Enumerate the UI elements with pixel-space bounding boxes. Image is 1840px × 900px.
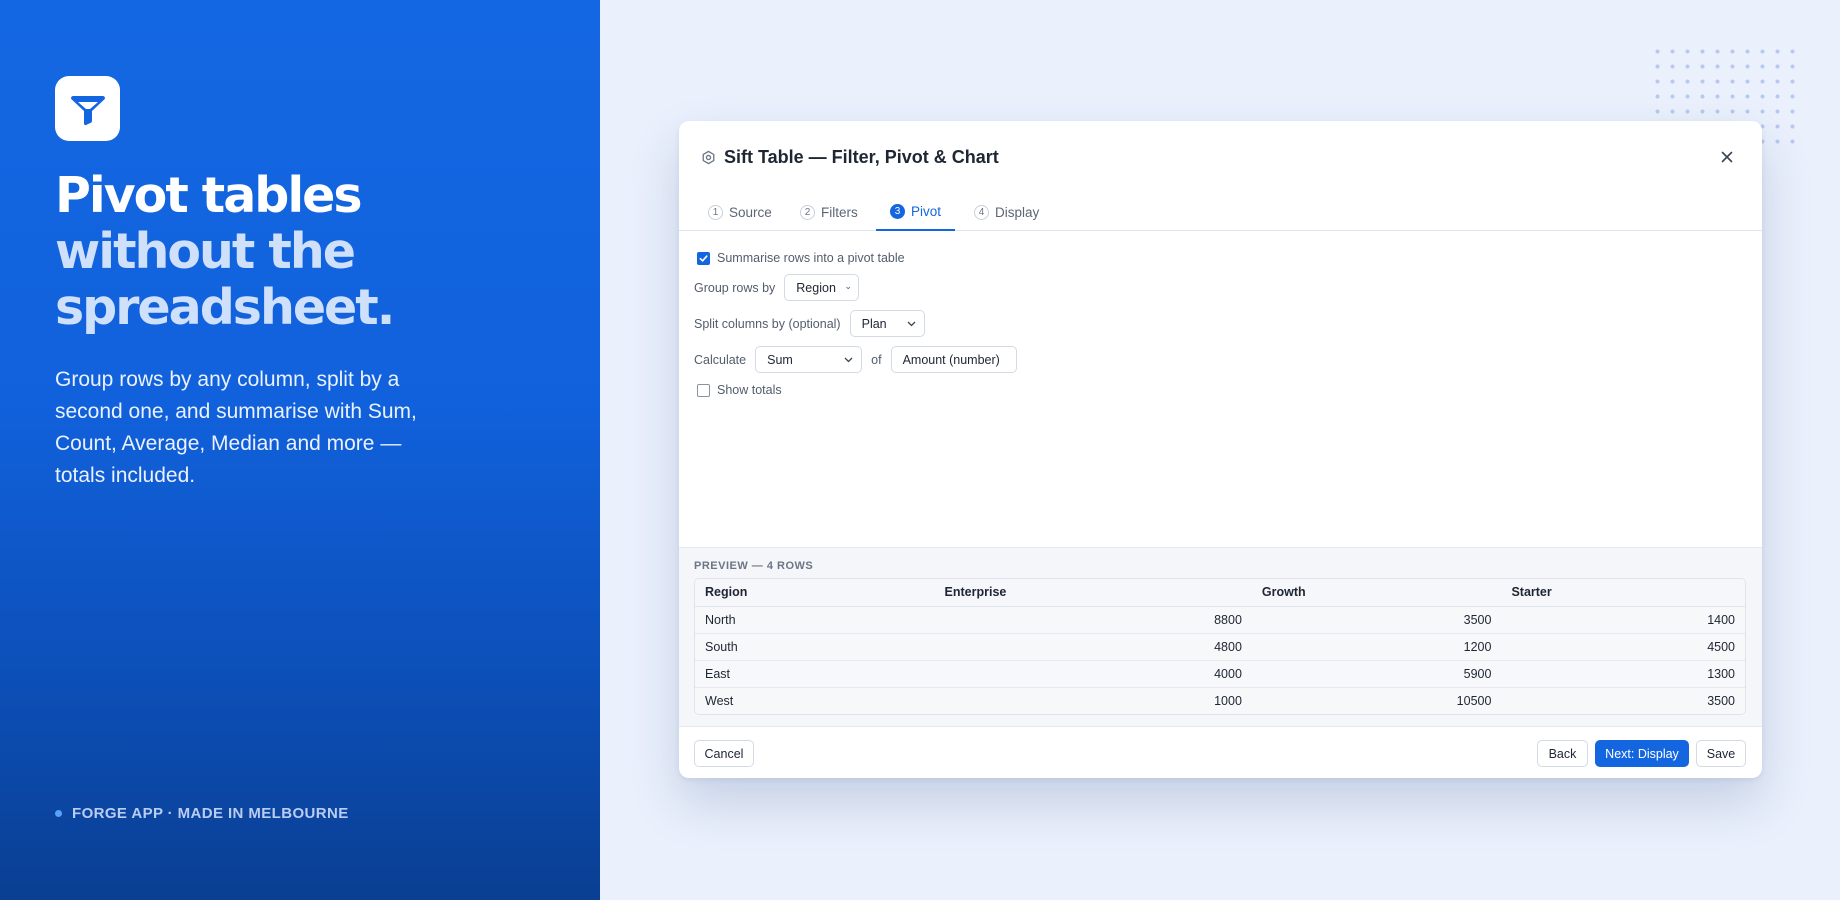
dialog-title-text: Sift Table — Filter, Pivot & Chart bbox=[724, 147, 999, 167]
split-columns-select[interactable]: Plan bbox=[849, 310, 925, 337]
tab-filters[interactable]: 2 Filters bbox=[786, 193, 872, 231]
tab-step-number: 4 bbox=[974, 204, 989, 220]
table-cell: 4000 bbox=[934, 660, 1252, 688]
field-select[interactable]: Amount (number) bbox=[890, 346, 1017, 373]
tab-step-number: 1 bbox=[708, 204, 723, 220]
headline-line-2: without the bbox=[55, 223, 356, 280]
cancel-button[interactable]: Cancel bbox=[694, 740, 754, 767]
show-totals-checkbox[interactable] bbox=[697, 383, 710, 397]
hero-footer-note: FORGE APP · MADE IN MELBOURNE bbox=[55, 805, 349, 822]
table-cell: East bbox=[695, 660, 935, 688]
calculate-select[interactable]: Sum bbox=[755, 346, 863, 373]
hero-subcopy: Group rows by any column, split by a sec… bbox=[55, 368, 417, 487]
tab-step-number: 2 bbox=[800, 204, 815, 220]
calculate-label: Calculate bbox=[694, 352, 747, 367]
sift-table-dialog: Sift Table — Filter, Pivot & Chart 1 Sou… bbox=[679, 121, 1762, 778]
table-cell: 4800 bbox=[934, 633, 1252, 661]
close-button[interactable] bbox=[1716, 146, 1738, 168]
headline-line-3: spreadsheet. bbox=[55, 279, 395, 336]
chevron-down-icon bbox=[844, 357, 853, 362]
summarise-label: Summarise rows into a pivot table bbox=[717, 251, 905, 265]
tab-label: Display bbox=[995, 204, 1040, 220]
column-header: Region bbox=[695, 579, 935, 607]
table-cell: 5900 bbox=[1251, 660, 1502, 688]
tab-label: Filters bbox=[821, 204, 858, 220]
show-totals-row: Show totals bbox=[697, 383, 782, 397]
table-cell: 3500 bbox=[1707, 693, 1735, 708]
next-display-button[interactable]: Next: Display bbox=[1595, 740, 1689, 767]
hero-headline: Pivot tables without the spreadsheet. bbox=[55, 168, 575, 336]
table-cell: North bbox=[695, 606, 935, 634]
save-button[interactable]: Save bbox=[1696, 740, 1746, 767]
tab-source[interactable]: 1 Source bbox=[694, 193, 786, 231]
tab-step-number: 3 bbox=[890, 203, 905, 219]
preview-section: PREVIEW — 4 ROWS Region Enterprise Growt… bbox=[679, 547, 1762, 727]
column-header: Starter bbox=[1501, 579, 1745, 607]
headline-line-1: Pivot tables bbox=[55, 167, 363, 224]
summarise-checkbox[interactable] bbox=[697, 251, 710, 265]
table-cell: 8800 bbox=[934, 606, 1252, 634]
column-header: Enterprise bbox=[934, 579, 1252, 607]
wizard-tabs: 1 Source 2 Filters 3 Pivot 4 Display bbox=[679, 193, 1762, 231]
calculate-value: Sum bbox=[767, 352, 793, 367]
table-row: North 8800 3500 1400 bbox=[695, 606, 1745, 634]
app-logo bbox=[55, 76, 120, 141]
preview-label: PREVIEW — 4 ROWS bbox=[694, 560, 814, 572]
table-cell: 1000 bbox=[1214, 693, 1242, 708]
funnel-icon bbox=[70, 95, 105, 125]
split-columns-label: Split columns by (optional) bbox=[694, 316, 841, 331]
calculate-row: Calculate Sum of Amount (number) bbox=[694, 346, 1017, 373]
chevron-down-icon bbox=[846, 286, 851, 289]
table-cell: 1300 bbox=[1501, 660, 1745, 688]
close-icon bbox=[1721, 151, 1733, 163]
column-header: Growth bbox=[1251, 579, 1502, 607]
group-rows-select[interactable]: Region bbox=[784, 274, 860, 301]
tab-label: Pivot bbox=[911, 203, 942, 219]
preview-table: Region Enterprise Growth Starter North 8… bbox=[694, 578, 1746, 715]
of-label: of bbox=[871, 352, 882, 367]
dialog-title: Sift Table — Filter, Pivot & Chart bbox=[701, 147, 999, 168]
table-cell: 10500 bbox=[1456, 693, 1492, 708]
show-totals-label: Show totals bbox=[717, 383, 782, 397]
tab-pivot[interactable]: 3 Pivot bbox=[876, 193, 956, 231]
tab-label: Source bbox=[729, 204, 772, 220]
bullet-dot-icon bbox=[55, 810, 62, 817]
table-row: South 4800 1200 4500 bbox=[695, 633, 1745, 661]
group-rows-row: Group rows by Region bbox=[694, 274, 860, 301]
table-cell: West bbox=[705, 693, 734, 708]
table-row: East 4000 5900 1300 bbox=[695, 660, 1745, 688]
hero-panel: Pivot tables without the spreadsheet. Gr… bbox=[0, 0, 600, 900]
summarise-row: Summarise rows into a pivot table bbox=[697, 251, 905, 265]
dialog-header: Sift Table — Filter, Pivot & Chart bbox=[679, 121, 1762, 193]
footer-note-text: FORGE APP · MADE IN MELBOURNE bbox=[72, 805, 349, 822]
table-cell: 3500 bbox=[1251, 606, 1502, 634]
gear-icon bbox=[702, 150, 715, 165]
group-rows-value: Region bbox=[796, 280, 836, 295]
table-cell: 4500 bbox=[1501, 633, 1745, 661]
checkmark-icon bbox=[699, 254, 708, 262]
split-columns-row: Split columns by (optional) Plan bbox=[694, 310, 925, 337]
table-cell: 1400 bbox=[1501, 606, 1745, 634]
split-columns-value: Plan bbox=[861, 316, 887, 331]
table-header-row: Region Enterprise Growth Starter bbox=[695, 579, 1745, 607]
group-rows-label: Group rows by bbox=[694, 280, 776, 295]
table-cell: South bbox=[695, 633, 935, 661]
table-row: West 1000 10500 3500 bbox=[695, 687, 1745, 714]
tab-display[interactable]: 4 Display bbox=[960, 193, 1053, 231]
table-cell: 1200 bbox=[1251, 633, 1502, 661]
back-button[interactable]: Back bbox=[1537, 740, 1588, 767]
field-value: Amount (number) bbox=[902, 352, 1000, 367]
chevron-down-icon bbox=[907, 321, 916, 326]
